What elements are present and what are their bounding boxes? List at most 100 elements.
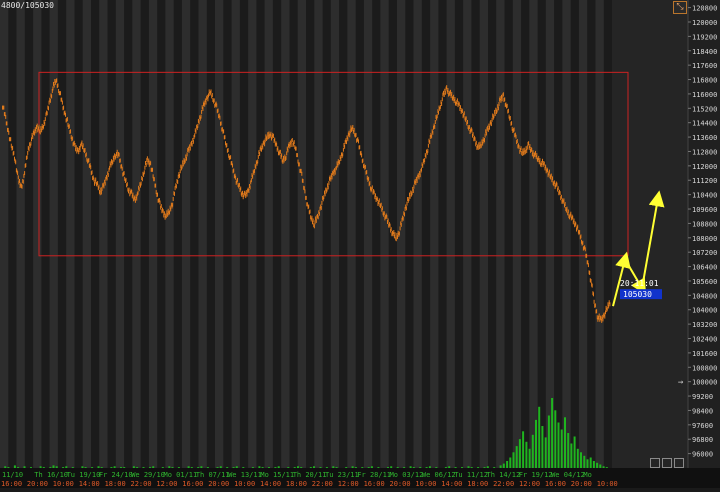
volume-bar (242, 467, 245, 468)
price-tick (409, 194, 411, 199)
price-tick (267, 135, 269, 140)
session-stripe (297, 0, 306, 468)
price-tick (482, 141, 484, 146)
volume-bar (412, 467, 415, 468)
price-tick (249, 185, 251, 190)
volume-bar (586, 459, 589, 469)
price-tick (132, 192, 134, 197)
price-tick (141, 177, 143, 182)
session-stripe (545, 0, 555, 468)
price-tick (85, 152, 87, 157)
price-tick (323, 195, 325, 200)
price-tick (461, 109, 463, 114)
price-tick (272, 134, 274, 138)
volume-bar (580, 452, 582, 469)
layout-icon[interactable] (662, 458, 672, 468)
volume-bar (325, 467, 328, 468)
price-tick (468, 125, 470, 129)
price-tick (84, 148, 86, 152)
volume-bar (149, 467, 151, 468)
price-chart[interactable]: 120800 120000 119200 118400 117600 116800 1160… (0, 0, 720, 488)
price-tick (526, 145, 528, 150)
volume-bar (49, 467, 52, 468)
price-tick (295, 146, 297, 151)
volume-bar (538, 406, 541, 469)
price-tick (424, 158, 426, 163)
session-stripe (578, 0, 588, 468)
price-tick (453, 94, 455, 99)
price-tick (131, 189, 133, 194)
session-stripe (479, 0, 488, 468)
price-tick (467, 120, 468, 124)
price-tick (74, 143, 76, 147)
volume-bar (132, 466, 135, 469)
date-label: Tu 19/10 (67, 471, 101, 479)
price-tick (103, 184, 105, 189)
price-tick (41, 128, 43, 133)
chart-area[interactable]: 120800 120000 119200 118400 117600 116800 1160… (0, 0, 720, 488)
time-label: 16:00 (182, 480, 203, 488)
price-tick (509, 116, 511, 120)
time-label: 16:00 (364, 480, 385, 488)
time-label: 18:00 (467, 480, 488, 488)
price-tick (19, 179, 20, 183)
date-label: Th 16/10 (34, 471, 68, 479)
price-tick (501, 97, 503, 102)
price-tick (97, 181, 99, 186)
price-tick (586, 253, 588, 258)
price-tick (590, 279, 592, 283)
price-tick (318, 211, 320, 216)
price-tick (146, 156, 148, 161)
price-tick (15, 160, 17, 165)
price-tick (563, 198, 565, 203)
price-tick (252, 174, 254, 179)
price-tick (387, 218, 389, 223)
price-tick (559, 191, 561, 196)
volume-bar (258, 466, 261, 469)
grid-icon[interactable] (650, 458, 660, 468)
price-tick (434, 125, 436, 129)
volume-bar (235, 466, 238, 469)
price-tick-label: 96000 (692, 451, 713, 459)
zoom-icon[interactable] (674, 458, 684, 468)
volume-bar (599, 464, 602, 468)
price-tick (485, 131, 487, 136)
volume-bar (567, 433, 570, 468)
price-tick (179, 169, 181, 174)
volume-bar (370, 466, 373, 469)
volume-bar (547, 415, 550, 468)
resize-diagonal-icon[interactable]: ⤡ (673, 1, 687, 14)
volume-bar (313, 466, 315, 469)
session-stripe (115, 0, 125, 468)
price-tick (197, 123, 199, 128)
session-stripe (529, 0, 538, 468)
volume-bar (525, 441, 528, 469)
price-tick (155, 183, 157, 188)
session-stripe (430, 0, 439, 468)
price-tick (262, 145, 264, 150)
price-tick (608, 304, 610, 309)
price-tick (353, 127, 355, 132)
volume-bar (435, 467, 438, 468)
price-tick (402, 216, 404, 221)
price-tick (52, 86, 54, 91)
price-tick (324, 192, 326, 197)
volume-bar (23, 466, 26, 469)
session-stripe (215, 0, 224, 468)
price-tick (553, 180, 555, 185)
volume-bar (570, 443, 573, 468)
volume-bar (91, 467, 94, 468)
volume-bar (403, 467, 406, 468)
date-label: We 06/12 (422, 471, 456, 479)
volume-bar (354, 467, 357, 468)
time-label: 22:00 (131, 480, 152, 488)
volume-bar (197, 467, 200, 468)
price-tick (57, 83, 59, 88)
price-tick (137, 190, 139, 195)
price-tick (342, 147, 344, 152)
price-tick (125, 177, 127, 182)
price-tick (591, 283, 593, 288)
volume-bar (142, 467, 145, 468)
price-tick (539, 158, 541, 163)
session-stripe (496, 0, 505, 468)
